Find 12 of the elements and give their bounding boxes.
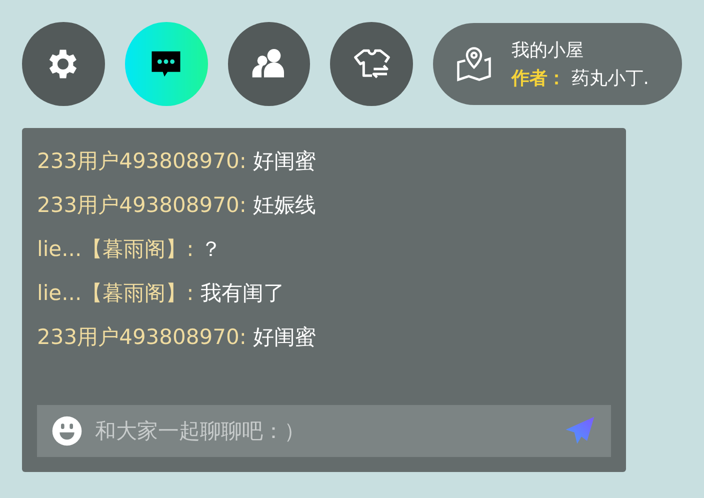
smiley-icon	[51, 415, 83, 447]
room-card[interactable]: 我的小屋 作者： 药丸小丁.	[433, 23, 682, 105]
author-name: 药丸小丁.	[571, 67, 649, 90]
chat-message: 233用户493808970: 妊娠线	[37, 192, 318, 219]
author-label: 作者：	[511, 67, 566, 90]
chat-message: 233用户493808970: 好闺蜜	[37, 324, 318, 351]
chat-message: lie...【暮雨阁】: ？	[37, 236, 222, 263]
room-name: 我的小屋	[511, 39, 584, 62]
chat-input-field[interactable]: 和大家一起聊聊吧：）	[37, 405, 611, 457]
chat-message: lie...【暮雨阁】: 我有闺了	[37, 280, 286, 307]
message-input[interactable]: 和大家一起聊聊吧：）	[93, 418, 553, 444]
chat-message: 233用户493808970: 好闺蜜	[37, 148, 318, 175]
